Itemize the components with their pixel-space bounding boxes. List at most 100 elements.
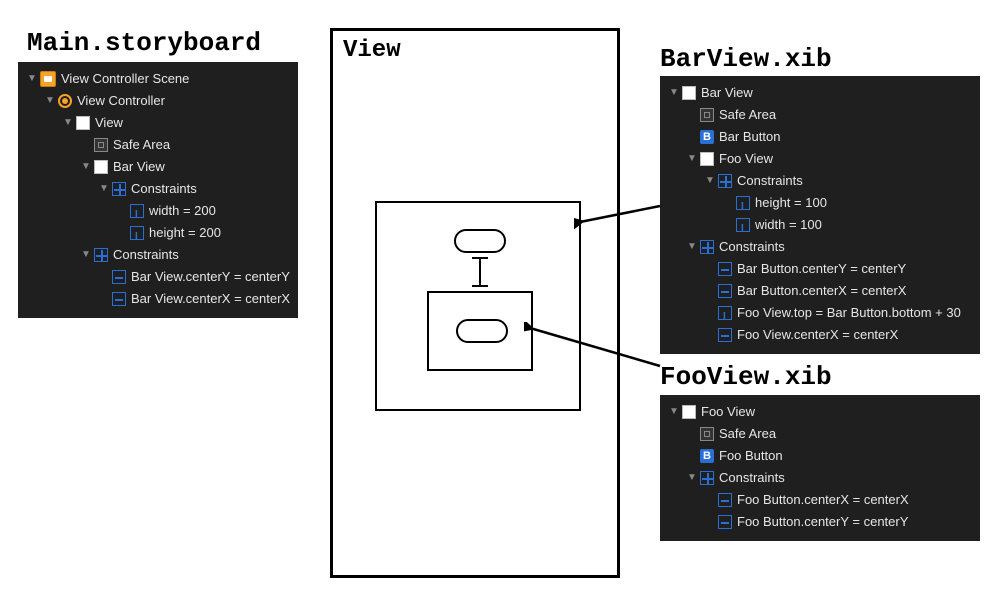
- outline-row[interactable]: View Controller: [22, 90, 294, 112]
- device-title: View: [333, 31, 617, 70]
- disclosure-triangle-icon[interactable]: [44, 90, 56, 112]
- outline-row-label: Bar View: [701, 82, 753, 104]
- outline-row[interactable]: Bar Button.centerY = centerY: [664, 258, 976, 280]
- outline-row[interactable]: B Foo Button: [664, 445, 976, 467]
- outline-row[interactable]: Foo View.top = Bar Button.bottom + 30: [664, 302, 976, 324]
- outline-row[interactable]: Bar Button.centerX = centerX: [664, 280, 976, 302]
- outline-row-label: Bar View: [113, 156, 165, 178]
- constraint-alt-icon: [112, 292, 126, 306]
- outline-row-label: Foo View.top = Bar Button.bottom + 30: [737, 302, 961, 324]
- view-icon: [682, 405, 696, 419]
- view-icon: [76, 116, 90, 130]
- outline-row[interactable]: Constraints: [664, 467, 976, 489]
- outline-row[interactable]: width = 100: [664, 214, 976, 236]
- outline-row[interactable]: B Bar Button: [664, 126, 976, 148]
- outline-row[interactable]: Foo View.centerX = centerX: [664, 324, 976, 346]
- circle-icon: [58, 94, 72, 108]
- disclosure-triangle-icon[interactable]: [686, 467, 698, 489]
- constraint-alt-icon: [718, 284, 732, 298]
- device-view: View: [330, 28, 620, 578]
- outline-row[interactable]: Foo View: [664, 148, 976, 170]
- main-outline-panel: View Controller SceneView ControllerView…: [18, 62, 298, 318]
- outline-row[interactable]: Constraints: [664, 236, 976, 258]
- outline-row-label: Foo Button.centerX = centerX: [737, 489, 909, 511]
- main-storyboard-label: Main.storyboard: [27, 28, 261, 58]
- constraint-icon: [736, 218, 750, 232]
- outline-row-label: Bar View.centerY = centerY: [131, 266, 290, 288]
- outline-row[interactable]: Foo View: [664, 401, 976, 423]
- safearea-icon: [94, 138, 108, 152]
- outline-row-label: Constraints: [131, 178, 197, 200]
- diagram-canvas: Main.storyboard BarView.xib FooView.xib …: [0, 0, 1000, 605]
- outline-row-label: Safe Area: [719, 104, 776, 126]
- disclosure-triangle-icon[interactable]: [80, 156, 92, 178]
- outline-row-label: width = 200: [149, 200, 216, 222]
- disclosure-triangle-icon[interactable]: [686, 236, 698, 258]
- outline-row[interactable]: Constraints: [664, 170, 976, 192]
- outline-row[interactable]: height = 200: [22, 222, 294, 244]
- outline-row[interactable]: Safe Area: [664, 104, 976, 126]
- outline-row[interactable]: View Controller Scene: [22, 68, 294, 90]
- outline-row-label: Safe Area: [113, 134, 170, 156]
- fooview-xib-label: FooView.xib: [660, 362, 832, 392]
- constraint-icon: [736, 196, 750, 210]
- constraint-alt-icon: [718, 328, 732, 342]
- outline-row-label: height = 100: [755, 192, 827, 214]
- outline-row-label: Foo View: [701, 401, 755, 423]
- outline-row[interactable]: Constraints: [22, 244, 294, 266]
- outline-row-label: Foo View.centerX = centerX: [737, 324, 898, 346]
- outline-row[interactable]: Foo Button.centerX = centerX: [664, 489, 976, 511]
- disclosure-triangle-icon[interactable]: [704, 170, 716, 192]
- outline-row-label: Foo Button: [719, 445, 783, 467]
- outline-row-label: Constraints: [113, 244, 179, 266]
- constraint-icon: [130, 204, 144, 218]
- constraint-alt-icon: [718, 262, 732, 276]
- outline-row[interactable]: Foo Button.centerY = centerY: [664, 511, 976, 533]
- bar-outline-panel: Bar ViewSafe AreaBBar ButtonFoo ViewCons…: [660, 76, 980, 354]
- constraint-alt-icon: [718, 515, 732, 529]
- outline-row[interactable]: Safe Area: [664, 423, 976, 445]
- outline-row-label: Bar Button: [719, 126, 780, 148]
- disclosure-triangle-icon[interactable]: [668, 401, 680, 423]
- outline-row-label: Safe Area: [719, 423, 776, 445]
- outline-row-label: Bar Button.centerX = centerX: [737, 280, 906, 302]
- constraints-group-icon: [718, 174, 732, 188]
- button-icon: B: [700, 130, 714, 144]
- outline-row-label: View Controller Scene: [61, 68, 189, 90]
- outline-row-label: View Controller: [77, 90, 165, 112]
- constraints-group-icon: [700, 240, 714, 254]
- outline-row-label: Foo View: [719, 148, 773, 170]
- outline-row[interactable]: height = 100: [664, 192, 976, 214]
- outline-row[interactable]: Bar View.centerY = centerY: [22, 266, 294, 288]
- outline-row[interactable]: width = 200: [22, 200, 294, 222]
- outline-row-label: Constraints: [719, 236, 785, 258]
- scene-icon: [40, 71, 56, 87]
- disclosure-triangle-icon[interactable]: [80, 244, 92, 266]
- view-icon: [94, 160, 108, 174]
- outline-row-label: Constraints: [719, 467, 785, 489]
- outline-row[interactable]: Bar View.centerX = centerX: [22, 288, 294, 310]
- constraints-group-icon: [112, 182, 126, 196]
- outline-row-label: Bar Button.centerY = centerY: [737, 258, 906, 280]
- outline-row[interactable]: Bar View: [664, 82, 976, 104]
- outline-row-label: View: [95, 112, 123, 134]
- disclosure-triangle-icon[interactable]: [686, 148, 698, 170]
- outline-row-label: Constraints: [737, 170, 803, 192]
- foo-outline-panel: Foo ViewSafe AreaBFoo ButtonConstraintsF…: [660, 395, 980, 541]
- outline-row-label: Bar View.centerX = centerX: [131, 288, 290, 310]
- safearea-icon: [700, 427, 714, 441]
- disclosure-triangle-icon[interactable]: [668, 82, 680, 104]
- view-icon: [700, 152, 714, 166]
- view-icon: [682, 86, 696, 100]
- outline-row[interactable]: View: [22, 112, 294, 134]
- outline-row[interactable]: Constraints: [22, 178, 294, 200]
- bar-button-icon: [454, 229, 506, 253]
- button-icon: B: [700, 449, 714, 463]
- disclosure-triangle-icon[interactable]: [98, 178, 110, 200]
- constraints-group-icon: [700, 471, 714, 485]
- disclosure-triangle-icon[interactable]: [26, 68, 38, 90]
- outline-row[interactable]: Safe Area: [22, 134, 294, 156]
- disclosure-triangle-icon[interactable]: [62, 112, 74, 134]
- barview-xib-label: BarView.xib: [660, 44, 832, 74]
- outline-row[interactable]: Bar View: [22, 156, 294, 178]
